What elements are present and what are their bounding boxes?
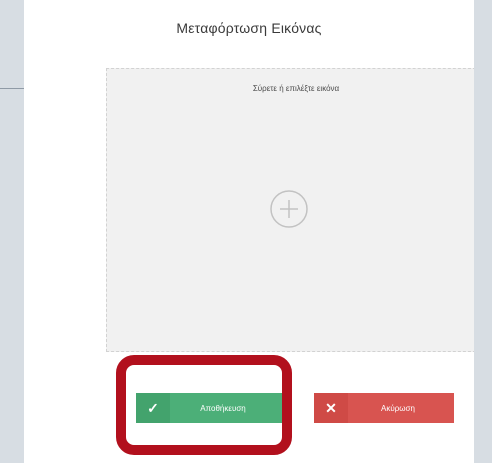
background-left-strip — [0, 0, 24, 463]
check-icon: ✓ — [136, 393, 170, 423]
close-icon: ✕ — [314, 393, 348, 423]
image-dropzone[interactable]: Σύρετε ή επιλέξτε εικόνα — [106, 68, 486, 352]
cancel-button-label: Ακύρωση — [381, 403, 415, 413]
background-right-strip — [474, 0, 492, 463]
dialog-title: Μεταφόρτωση Εικόνας — [176, 20, 322, 36]
save-button-label: Αποθήκευση — [200, 403, 246, 413]
cancel-button[interactable]: ✕ Ακύρωση — [314, 393, 454, 423]
background-divider — [0, 88, 24, 89]
plus-circle-icon[interactable] — [269, 189, 309, 229]
dropzone-hint: Σύρετε ή επιλέξτε εικόνα — [252, 84, 340, 93]
save-button[interactable]: ✓ Αποθήκευση — [136, 393, 282, 423]
upload-image-dialog: Μεταφόρτωση Εικόνας Σύρετε ή επιλέξτε ει… — [24, 0, 486, 463]
